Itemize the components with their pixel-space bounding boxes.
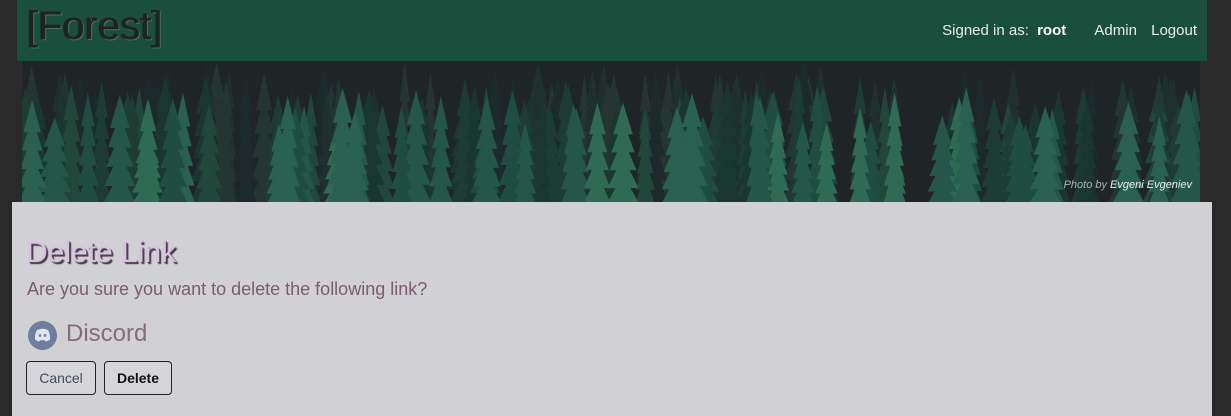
username: root (1037, 22, 1067, 39)
delete-button[interactable]: Delete (104, 361, 172, 395)
pine-tree (234, 76, 257, 202)
photo-credit-author[interactable]: Evgeni Evgeniev (1110, 179, 1192, 191)
nav-link-admin[interactable]: Admin (1094, 22, 1137, 39)
top-navbar: [Forest] Signed in as: root Admin Logout (17, 0, 1207, 61)
hero-banner: Photo by Evgeni Evgeniev (22, 61, 1200, 202)
cancel-button[interactable]: Cancel (26, 361, 96, 395)
photo-credit: Photo by Evgeni Evgeniev (1064, 179, 1192, 191)
link-name: Discord (66, 320, 148, 347)
signed-in-label: Signed in as: (942, 22, 1029, 39)
discord-icon (28, 321, 57, 350)
confirm-question: Are you sure you want to delete the foll… (27, 279, 428, 299)
page-title: Delete Link (26, 236, 177, 269)
user-nav: Signed in as: root Admin Logout (942, 22, 1197, 39)
photo-credit-prefix: Photo by (1063, 179, 1107, 191)
nav-link-logout[interactable]: Logout (1151, 22, 1197, 39)
forest-banner-image (22, 61, 1200, 202)
main-content: Delete Link Are you sure you want to del… (12, 202, 1212, 416)
site-brand[interactable]: [Forest] (27, 6, 163, 46)
